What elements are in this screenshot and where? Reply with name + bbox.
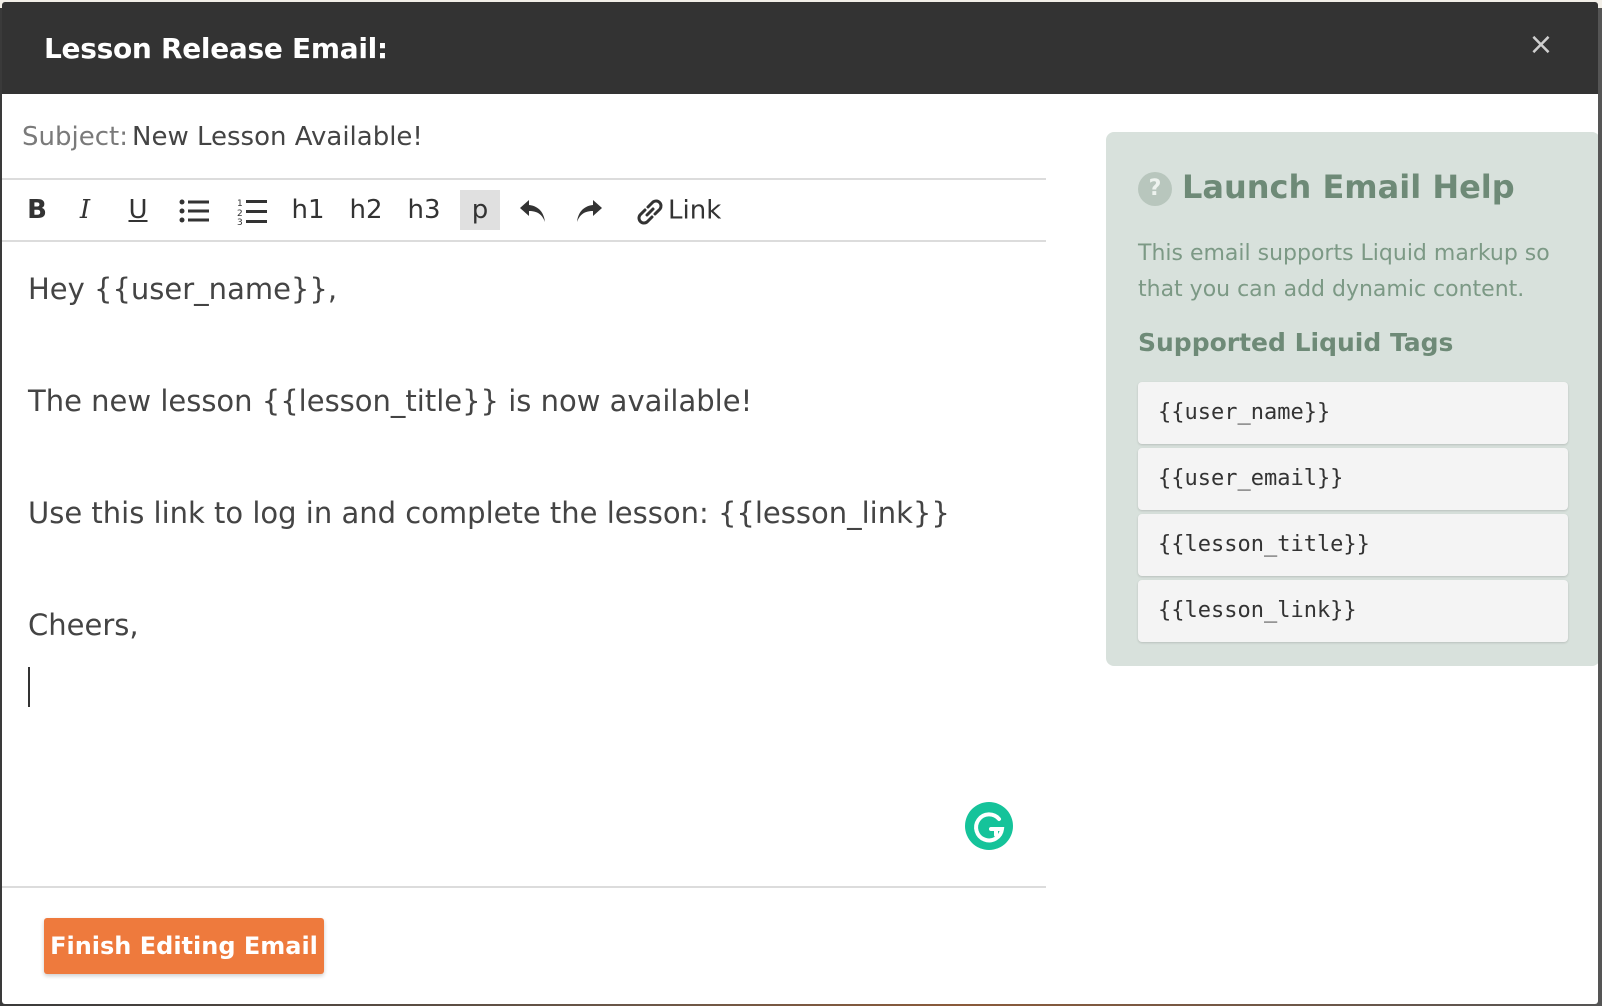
editor-line: Cheers, <box>28 608 139 642</box>
paragraph-button[interactable]: p <box>460 190 500 230</box>
redo-icon <box>577 199 602 222</box>
grammarly-icon[interactable] <box>965 802 1013 850</box>
bullet-list-button[interactable] <box>176 190 212 230</box>
question-icon: ? <box>1138 172 1172 206</box>
help-title: Launch Email Help <box>1182 168 1515 206</box>
close-icon[interactable]: × <box>1524 28 1558 62</box>
liquid-tag[interactable]: {{lesson_title}} <box>1138 514 1568 576</box>
modal-header: Lesson Release Email: × <box>2 2 1598 94</box>
undo-button[interactable] <box>516 190 550 230</box>
link-label: Link <box>668 195 722 226</box>
h3-button[interactable]: h3 <box>406 190 442 230</box>
svg-text:3: 3 <box>237 218 243 225</box>
underline-button[interactable]: U <box>122 190 154 230</box>
svg-text:1: 1 <box>237 199 243 209</box>
link-button[interactable]: Link <box>632 190 732 230</box>
bold-button[interactable]: B <box>22 190 52 230</box>
text-caret <box>28 667 30 707</box>
subject-label: Subject: <box>22 122 128 152</box>
numbered-list-icon: 1 2 3 <box>237 199 267 228</box>
undo-icon <box>520 199 545 222</box>
liquid-tag[interactable]: {{lesson_link}} <box>1138 580 1568 642</box>
help-subtitle: Supported Liquid Tags <box>1138 328 1454 357</box>
redo-button[interactable] <box>572 190 606 230</box>
editor-toolbar: B I U 1 2 3 h1 h2 h3 p Link <box>2 180 1046 242</box>
lesson-email-modal: Lesson Release Email: × Subject: New Les… <box>2 2 1598 1004</box>
subject-row: Subject: New Lesson Available! <box>2 94 1046 180</box>
subject-input[interactable]: New Lesson Available! <box>132 122 423 152</box>
liquid-tag[interactable]: {{user_name}} <box>1138 382 1568 444</box>
editor-line: The new lesson {{lesson_title}} is now a… <box>28 384 753 418</box>
finish-editing-button[interactable]: Finish Editing Email <box>44 918 324 974</box>
help-panel: ? Launch Email Help This email supports … <box>1106 132 1598 666</box>
bullet-list-icon <box>179 199 209 222</box>
liquid-tag[interactable]: {{user_email}} <box>1138 448 1568 510</box>
numbered-list-button[interactable]: 1 2 3 <box>234 190 270 230</box>
editor-line: Hey {{user_name}}, <box>28 272 338 306</box>
modal-title: Lesson Release Email: <box>44 32 388 65</box>
h1-button[interactable]: h1 <box>290 190 326 230</box>
h2-button[interactable]: h2 <box>348 190 384 230</box>
editor-line: Use this link to log in and complete the… <box>28 496 950 530</box>
link-icon <box>637 199 663 224</box>
help-description: This email supports Liquid markup so tha… <box>1138 241 1550 302</box>
email-body-editor[interactable]: Hey {{user_name}}, The new lesson {{less… <box>2 242 1046 888</box>
italic-button[interactable]: I <box>70 190 100 230</box>
